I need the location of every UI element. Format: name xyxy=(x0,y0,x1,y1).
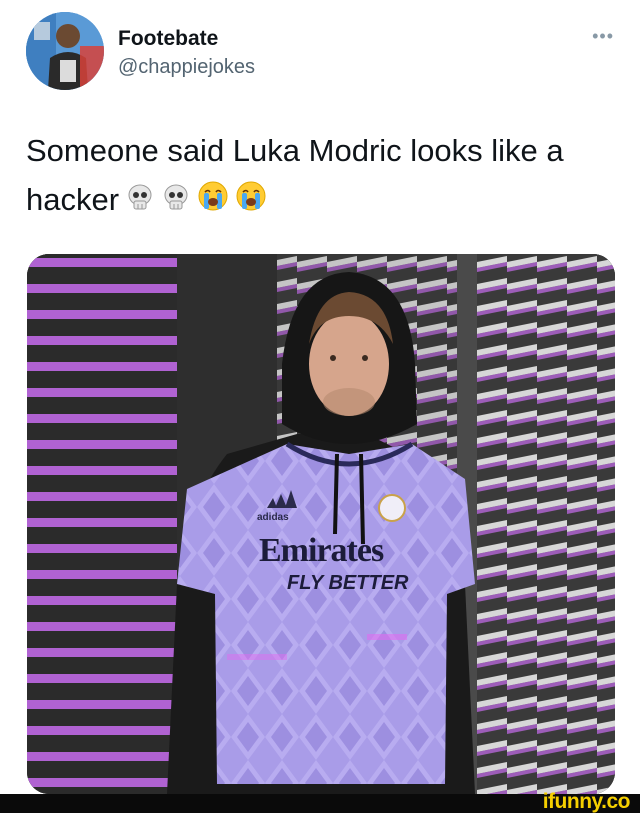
author-avatar[interactable] xyxy=(26,12,104,90)
tweet-photo[interactable]: adidas Emirates FLY BETTER xyxy=(27,254,615,794)
ifunny-watermark[interactable]: ifunny.co xyxy=(543,790,631,814)
jersey-sponsor-text: Emirates xyxy=(259,532,384,569)
tweet-body: Someone said Luka Modric looks like a ha… xyxy=(26,126,616,226)
jersey-slogan-text: FLY BETTER xyxy=(287,572,409,594)
more-options-icon[interactable]: ••• xyxy=(592,26,614,47)
author-handle[interactable]: @chappiejokes xyxy=(118,56,255,79)
skull-emoji-icon xyxy=(161,177,191,226)
watermark-bar: ifunny.co xyxy=(0,790,640,813)
loudly-crying-emoji-icon xyxy=(197,177,229,226)
author-name[interactable]: Footebate xyxy=(118,27,218,51)
tweet-text: Someone said Luka Modric looks like a ha… xyxy=(26,133,564,217)
skull-emoji-icon xyxy=(125,177,155,226)
jersey-brand-text: adidas xyxy=(257,512,289,523)
loudly-crying-emoji-icon xyxy=(235,177,267,226)
